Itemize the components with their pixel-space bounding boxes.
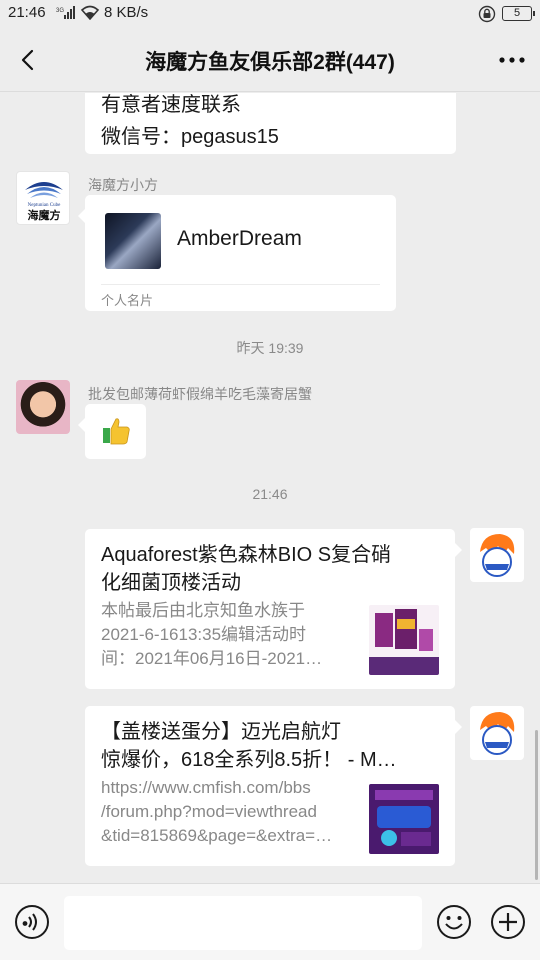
contact-name: AmberDream <box>177 227 302 250</box>
link-title-line: 【盖楼送蛋分】迈光启航灯 <box>101 721 341 743</box>
divider <box>101 284 380 285</box>
link-description-line: https://www.cmfish.com/bbs <box>101 778 311 797</box>
voice-input-icon[interactable] <box>14 904 50 940</box>
status-bar: 21:46 3G 8 KB/s 5 <box>0 0 540 28</box>
thumbs-up-icon <box>101 416 131 451</box>
message-text-line: 有意者速度联系 <box>101 94 241 116</box>
sender-name: 海魔方小方 <box>88 177 158 193</box>
network-type: 3G <box>56 8 64 14</box>
network-speed: 8 KB/s <box>104 4 149 21</box>
emoji-message[interactable] <box>78 404 146 459</box>
scrollbar[interactable] <box>535 730 538 880</box>
link-description-line: 间：2021年06月16日-2021… <box>101 649 323 668</box>
more-options-icon[interactable] <box>496 46 528 74</box>
status-time: 21:46 <box>8 4 46 21</box>
link-thumbnail <box>369 605 439 675</box>
chat-messages[interactable]: 有意者速度联系 微信号：pegasus15 Neptunian Cube 海魔方… <box>0 93 540 883</box>
contact-card-message[interactable]: AmberDream 个人名片 <box>78 195 396 311</box>
avatar-brand-en: Neptunian Cube <box>28 203 61 208</box>
link-message[interactable]: 【盖楼送蛋分】迈光启航灯 惊爆价，618全系列8.5折！ - M… https:… <box>85 706 462 866</box>
link-title-line: Aquaforest紫色森林BIO S复合硝 <box>101 544 392 566</box>
link-description-line: /forum.php?mod=viewthread <box>101 802 317 821</box>
timestamp: 昨天 19:39 <box>236 340 304 356</box>
chat-header: 海魔方鱼友俱乐部2群(447) <box>0 28 540 92</box>
link-thumbnail <box>369 784 439 854</box>
avatar[interactable] <box>16 380 70 434</box>
link-message[interactable]: Aquaforest紫色森林BIO S复合硝 化细菌顶楼活动 本帖最后由北京知鱼… <box>85 529 462 689</box>
chat-title: 海魔方鱼友俱乐部2群(447) <box>145 51 395 74</box>
avatar[interactable] <box>470 528 524 582</box>
avatar[interactable]: Neptunian Cube 海魔方 <box>16 171 70 225</box>
link-title-line: 化细菌顶楼活动 <box>101 572 241 594</box>
more-actions-plus-icon[interactable] <box>490 904 526 940</box>
contact-avatar <box>105 213 161 269</box>
battery-icon: 5 <box>502 6 535 21</box>
avatar-brand-cn: 海魔方 <box>28 208 61 222</box>
emoji-icon[interactable] <box>436 904 472 940</box>
wifi-icon <box>80 5 100 24</box>
back-icon[interactable] <box>14 46 42 74</box>
message-text-line: 微信号：pegasus15 <box>101 126 279 148</box>
link-title-line: 惊爆价，618全系列8.5折！ - M… <box>101 749 397 771</box>
card-type-label: 个人名片 <box>101 293 154 308</box>
avatar[interactable] <box>470 706 524 760</box>
link-description: 本帖最后由北京知鱼水族于 2021-6-1613:35编辑活动时 间：2021年… <box>101 599 357 671</box>
sender-name: 批发包邮薄荷虾假绵羊吃毛藻寄居蟹 <box>88 386 312 402</box>
link-description: https://www.cmfish.com/bbs /forum.php?mo… <box>101 776 357 848</box>
text-message[interactable]: 有意者速度联系 微信号：pegasus15 <box>85 93 456 154</box>
orientation-lock-icon <box>478 5 496 27</box>
link-description-line: &tid=815869&page=&extra=… <box>101 826 333 845</box>
link-description-line: 本帖最后由北京知鱼水族于 <box>101 601 305 620</box>
message-input[interactable] <box>64 896 422 950</box>
input-bar <box>0 883 540 960</box>
link-description-line: 2021-6-1613:35编辑活动时 <box>101 625 307 644</box>
timestamp: 21:46 <box>252 486 288 502</box>
signal-icon: 3G <box>56 6 76 24</box>
